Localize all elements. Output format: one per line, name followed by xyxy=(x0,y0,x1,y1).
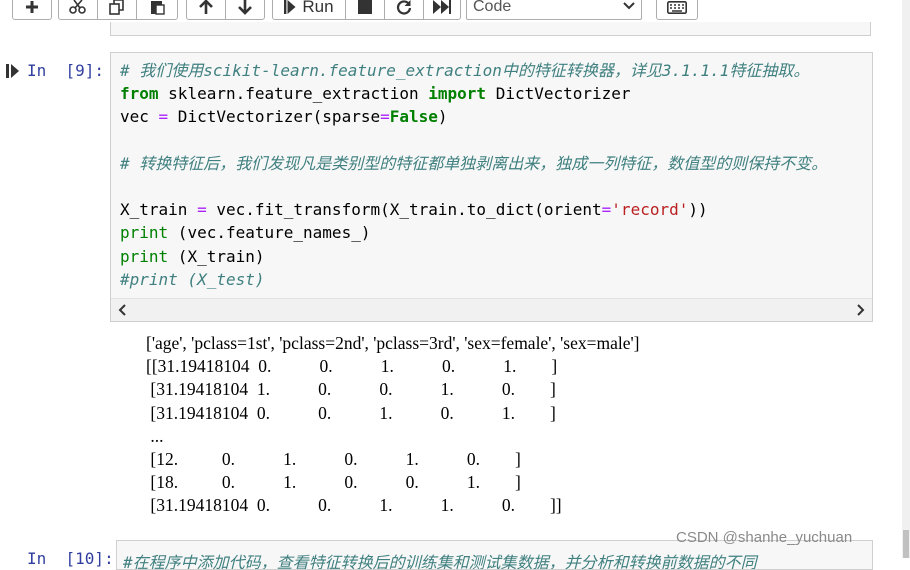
keyword-from: from xyxy=(120,84,159,104)
add-cell-button[interactable] xyxy=(12,0,52,20)
copy-icon xyxy=(109,0,124,15)
fast-forward-icon xyxy=(433,0,451,14)
page-scrollbar-thumb[interactable] xyxy=(903,530,909,558)
code-text: ) xyxy=(437,107,448,127)
run-label: Run xyxy=(302,0,334,16)
code-text: )) xyxy=(688,200,708,220)
restart-button[interactable] xyxy=(384,0,424,20)
operator: = xyxy=(197,200,207,220)
operator: = xyxy=(601,200,612,220)
chevron-down-icon xyxy=(623,2,635,10)
cell-type-value: Code xyxy=(473,0,512,15)
class-name: DictVectorizer xyxy=(495,84,631,104)
output-line: ... xyxy=(146,425,164,446)
keyword-false: False xyxy=(389,107,438,127)
builtin-print: print xyxy=(120,246,169,266)
copy-button[interactable] xyxy=(97,0,137,20)
string-literal: 'record' xyxy=(611,200,689,220)
output-line: [31.19418104 0. 0. 1. 1. 0. ]] xyxy=(146,495,562,516)
next-input-prompt: In [10]: xyxy=(27,549,114,568)
input-prompt: In [9]: xyxy=(27,61,105,80)
builtin-print: print xyxy=(120,223,169,243)
code-line: # 我们使用scikit-learn.feature_extraction中的特… xyxy=(120,61,810,80)
code-line: # 转换特征后，我们发现凡是类别型的特征都单独剥离出来，独成一列特征，数值型的则… xyxy=(120,153,828,173)
move-down-button[interactable] xyxy=(225,0,265,20)
operator: = xyxy=(158,107,169,127)
next-code-line: #在程序中添加代码，查看特征转换后的训练集和测试集数据，并分析和转换前数据的不同 xyxy=(123,553,757,570)
output-line: ['age', 'pclass=1st', 'pclass=2nd', 'pcl… xyxy=(146,333,640,353)
code-text: (vec.feature_names_) xyxy=(168,223,371,243)
stop-icon xyxy=(358,0,372,14)
previous-cell-bottom xyxy=(110,22,871,36)
output-line: [31.19418104 1. 0. 0. 1. 0. ] xyxy=(146,379,556,400)
run-icon xyxy=(284,0,296,14)
horizontal-scrollbar[interactable] xyxy=(111,298,872,321)
plus-icon xyxy=(26,1,38,13)
keyboard-icon xyxy=(667,0,687,14)
cut-button[interactable] xyxy=(58,0,98,20)
code-text: (X_train) xyxy=(168,246,265,266)
arrow-down-icon xyxy=(238,0,252,15)
scroll-right-icon[interactable] xyxy=(857,304,865,316)
output-line: [[31.19418104 0. 0. 1. 0. 1. ] xyxy=(146,356,558,377)
code-text: DictVectorizer(sparse xyxy=(168,107,381,127)
restart-icon xyxy=(396,0,412,15)
restart-run-all-button[interactable] xyxy=(423,0,461,20)
cell-type-select[interactable]: Code xyxy=(466,0,642,20)
code-editor[interactable]: # 我们使用scikit-learn.feature_extraction中的特… xyxy=(120,59,827,291)
page-scrollbar[interactable] xyxy=(902,0,910,558)
move-up-button[interactable] xyxy=(186,0,226,20)
keyword-import: import xyxy=(428,84,487,104)
cell-output: ['age', 'pclass=1st', 'pclass=2nd', 'pcl… xyxy=(146,332,639,518)
output-line: [18. 0. 1. 0. 0. 1. ] xyxy=(146,472,521,493)
scroll-left-icon[interactable] xyxy=(118,304,126,316)
operator: = xyxy=(380,107,390,127)
code-text: vec.fit_transform(X_train.to_dict(orient xyxy=(206,200,602,220)
module-name: sklearn.feature_extraction xyxy=(168,84,419,104)
code-text: vec xyxy=(120,107,159,127)
run-button[interactable]: Run xyxy=(272,0,346,20)
output-line: [31.19418104 0. 0. 1. 0. 1. ] xyxy=(146,402,556,423)
code-text: X_train xyxy=(120,200,198,220)
watermark: CSDN @shanhe_yuchuan xyxy=(676,529,853,546)
output-line: [12. 0. 1. 0. 1. 0. ] xyxy=(146,449,521,470)
code-line: #print (X_test) xyxy=(120,269,265,289)
paste-button[interactable] xyxy=(136,0,178,20)
run-cell-icon[interactable] xyxy=(6,63,20,79)
command-palette-button[interactable] xyxy=(656,0,698,20)
arrow-up-icon xyxy=(199,0,213,14)
paste-icon xyxy=(151,1,165,15)
stop-button[interactable] xyxy=(345,0,385,20)
scissors-icon xyxy=(69,0,86,14)
code-cell-input[interactable]: # 我们使用scikit-learn.feature_extraction中的特… xyxy=(110,52,873,322)
